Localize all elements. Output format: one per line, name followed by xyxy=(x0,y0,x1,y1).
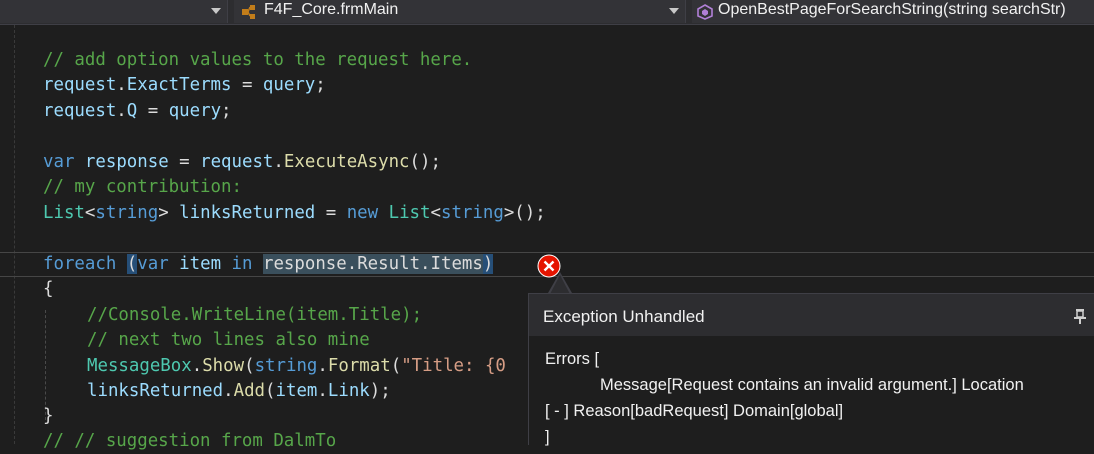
project-selector[interactable] xyxy=(0,0,228,23)
indent-guide xyxy=(14,25,15,444)
highlighted-expression: response.Result.Items xyxy=(262,254,483,274)
code-line: var response = request.ExecuteAsync(); xyxy=(43,152,441,172)
exception-line: Errors [ xyxy=(545,350,600,368)
code-line: // // suggestion from DalmTo xyxy=(43,431,337,451)
code-line: MessageBox.Show(string.Format("Title: {0 xyxy=(87,356,506,376)
code-line: List<string> linksReturned = new List<st… xyxy=(43,203,546,223)
code-line: request.ExactTerms = query; xyxy=(43,75,326,95)
exception-line: [ - ] Reason[badRequest] Domain[global] xyxy=(545,402,844,420)
class-icon xyxy=(242,5,255,19)
code-line: // my contribution: xyxy=(43,177,242,197)
code-line-current: foreach (var item in response.Result.Ite… xyxy=(43,254,494,274)
code-line: // next two lines also mine xyxy=(87,330,370,350)
pin-icon[interactable] xyxy=(1073,308,1087,324)
method-icon xyxy=(697,4,713,20)
member-selector[interactable]: OpenBestPageForSearchString(string searc… xyxy=(692,0,1094,23)
code-line: linksReturned.Add(item.Link); xyxy=(87,381,391,401)
exception-title: Exception Unhandled xyxy=(543,307,705,326)
code-line: { xyxy=(43,279,54,299)
popup-pointer-fill xyxy=(550,275,570,294)
code-line: // add option values to the request here… xyxy=(43,50,473,70)
member-selector-label: OpenBestPageForSearchString(string searc… xyxy=(718,1,1066,18)
code-line: } xyxy=(43,406,54,426)
navigation-bar: F4F_Core.frmMain OpenBestPageForSearchSt… xyxy=(0,0,1094,25)
exception-popup: Exception Unhandled Errors [ Message[Req… xyxy=(528,293,1094,446)
dropdown-icon xyxy=(669,8,679,14)
class-selector-label: F4F_Core.frmMain xyxy=(264,1,399,18)
exception-header: Exception Unhandled xyxy=(529,294,1094,336)
code-line: request.Q = query; xyxy=(43,101,232,121)
code-line: //Console.WriteLine(item.Title); xyxy=(87,305,423,325)
exception-line: Message[Request contains an invalid argu… xyxy=(545,376,1024,394)
class-selector[interactable]: F4F_Core.frmMain xyxy=(234,0,686,23)
exception-line: ] xyxy=(545,428,550,446)
exception-details: Errors [ Message[Request contains an inv… xyxy=(545,346,1024,450)
dropdown-icon xyxy=(211,8,221,14)
